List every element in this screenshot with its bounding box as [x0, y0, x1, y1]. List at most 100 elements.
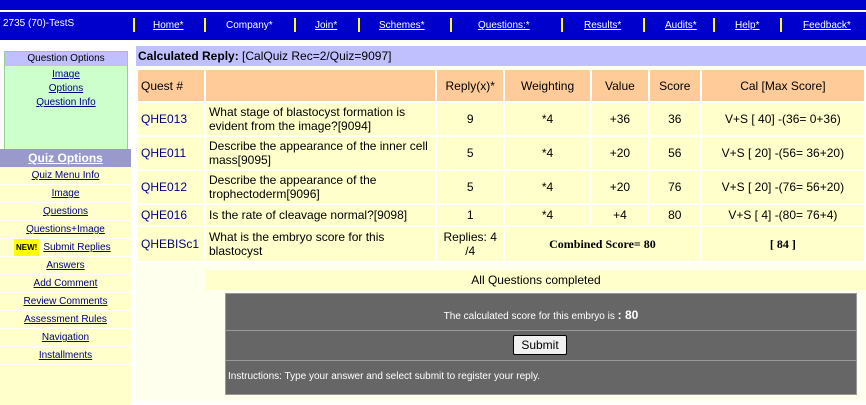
- score-cell: 76: [647, 169, 702, 205]
- results-table: Quest # Reply(x)* Weighting Value Score …: [136, 68, 866, 263]
- summary-row: QHEBISc1 What is the embryo score for th…: [136, 225, 866, 263]
- weighting-cell: *4: [503, 203, 592, 227]
- instructions-text: Instructions: Type your answer and selec…: [228, 371, 540, 382]
- quest-id-link[interactable]: QHE012: [141, 180, 187, 194]
- nav-separator: [204, 18, 206, 32]
- combined-score: Combined Score= 80: [503, 225, 702, 263]
- question-text: Describe the appearance of the inner cel…: [203, 135, 438, 171]
- page-title: Calculated Reply: [CalQuiz Rec=2/Quiz=90…: [136, 46, 866, 66]
- nav-company[interactable]: Company*: [226, 20, 273, 31]
- quiz-installments-link[interactable]: Installments: [0, 347, 131, 365]
- main-content: Calculated Reply: [CalQuiz Rec=2/Quiz=90…: [136, 46, 866, 401]
- quiz-questions-image-link[interactable]: Questions+Image: [0, 221, 131, 239]
- app-id-label: 2735 (70)-TestS: [3, 18, 75, 29]
- top-navigation-bar: 2735 (70)-TestS Home* Company* Join* Sch…: [0, 0, 866, 40]
- weighting-cell: *4: [503, 101, 592, 137]
- calculated-score-line: The calculated score for this embryo is …: [226, 308, 856, 322]
- quiz-add-comment-link[interactable]: Add Comment: [0, 275, 131, 293]
- quest-id-link[interactable]: QHE011: [141, 146, 186, 160]
- nav-feedback[interactable]: Feedback*: [803, 20, 851, 31]
- nav-separator: [713, 18, 715, 32]
- quiz-answers-link[interactable]: Answers: [0, 257, 131, 275]
- panel-divider: [226, 330, 856, 331]
- nav-questions[interactable]: Questions:*: [478, 20, 530, 31]
- value-cell: +4: [589, 203, 650, 227]
- calculated-score-value: : 80: [617, 308, 639, 322]
- nav-separator: [780, 18, 782, 32]
- score-cell: 36: [647, 101, 702, 137]
- summary-question: What is the embryo score for this blasto…: [203, 225, 438, 263]
- nav-schemes[interactable]: Schemes*: [379, 20, 425, 31]
- cal-cell: V+S [ 4] -(80= 76+4): [699, 203, 866, 227]
- header-value: Value: [589, 68, 650, 103]
- table-row: QHE016 Is the rate of cleavage normal?[9…: [136, 203, 866, 227]
- header-weighting: Weighting: [503, 68, 592, 103]
- table-row: QHE011 Describe the appearance of the in…: [136, 135, 866, 171]
- score-cell: 56: [647, 135, 702, 171]
- quest-id-link[interactable]: QHE013: [141, 112, 187, 126]
- nav-home[interactable]: Home*: [153, 20, 184, 31]
- table-header-row: Quest # Reply(x)* Weighting Value Score …: [136, 68, 866, 103]
- new-badge: NEW!: [14, 239, 40, 256]
- cal-cell: V+S [ 40] -(36= 0+36): [699, 101, 866, 137]
- nav-join[interactable]: Join*: [315, 20, 337, 31]
- header-question: [203, 68, 438, 103]
- reply-cell: 5: [435, 135, 506, 171]
- score-cell: 80: [647, 203, 702, 227]
- quiz-menu-info-link[interactable]: Quiz Menu Info: [0, 167, 131, 185]
- quiz-options-title[interactable]: Quiz Options: [0, 149, 131, 167]
- header-quest: Quest #: [136, 68, 206, 103]
- reply-cell: 1: [435, 203, 506, 227]
- question-option-image-link[interactable]: Image: [5, 69, 127, 80]
- question-options-title: Question Options: [5, 52, 127, 66]
- quiz-review-comments-link[interactable]: Review Comments: [0, 293, 131, 311]
- header-score: Score: [647, 68, 702, 103]
- nav-separator: [133, 18, 135, 32]
- reply-cell: 5: [435, 169, 506, 205]
- value-cell: +36: [589, 101, 650, 137]
- replies-count: Replies: 4 /4: [435, 225, 506, 263]
- quiz-questions-link[interactable]: Questions: [0, 203, 131, 221]
- page-title-bold: Calculated Reply:: [138, 49, 239, 63]
- calculated-score-text: The calculated score for this embryo is: [443, 311, 615, 322]
- nav-separator: [561, 18, 563, 32]
- quiz-assessment-rules-link[interactable]: Assessment Rules: [0, 311, 131, 329]
- nav-separator: [643, 18, 645, 32]
- nav-audits[interactable]: Audits*: [665, 20, 697, 31]
- quiz-navigation-link[interactable]: Navigation: [0, 329, 131, 347]
- summary-id-link[interactable]: QHEBISc1: [141, 237, 199, 251]
- nav-separator: [294, 18, 296, 32]
- quiz-submit-replies-link[interactable]: Submit Replies: [43, 242, 110, 253]
- left-sidebar: Question Options Image Options Question …: [0, 40, 131, 405]
- weighting-cell: *4: [503, 135, 592, 171]
- table-row: QHE013 What stage of blastocyst formatio…: [136, 101, 866, 137]
- value-cell: +20: [589, 169, 650, 205]
- nav-results[interactable]: Results*: [584, 20, 621, 31]
- quiz-options-menu: Quiz Options Quiz Menu Info Image Questi…: [0, 149, 131, 405]
- question-text: Describe the appearance of the trophecto…: [203, 169, 438, 205]
- all-questions-completed: All Questions completed: [206, 270, 866, 290]
- weighting-cell: *4: [503, 169, 592, 205]
- question-option-info-link[interactable]: Question Info: [5, 97, 127, 108]
- nav-help[interactable]: Help*: [735, 20, 759, 31]
- cal-cell: V+S [ 20] -(56= 36+20): [699, 135, 866, 171]
- cal-cell: V+S [ 20] -(76= 56+20): [699, 169, 866, 205]
- quiz-submit-replies-item[interactable]: NEW! Submit Replies: [0, 239, 131, 257]
- question-options-panel: Question Options Image Options Question …: [4, 51, 128, 157]
- question-text: What stage of blastocyst formation is ev…: [203, 101, 438, 137]
- panel-divider: [226, 360, 856, 361]
- quest-id-link[interactable]: QHE016: [141, 208, 187, 222]
- question-option-options-link[interactable]: Options: [5, 83, 127, 94]
- quiz-image-link[interactable]: Image: [0, 185, 131, 203]
- nav-separator: [358, 18, 360, 32]
- header-reply: Reply(x)*: [435, 68, 506, 103]
- header-cal: Cal [Max Score]: [699, 68, 866, 103]
- max-score: [ 84 ]: [699, 225, 866, 263]
- value-cell: +20: [589, 135, 650, 171]
- table-row: QHE012 Describe the appearance of the tr…: [136, 169, 866, 205]
- page-title-detail: [CalQuiz Rec=2/Quiz=9097]: [238, 49, 392, 63]
- submit-button[interactable]: Submit: [513, 335, 567, 355]
- question-text: Is the rate of cleavage normal?[9098]: [203, 203, 438, 227]
- reply-cell: 9: [435, 101, 506, 137]
- reply-panel: The calculated score for this embryo is …: [225, 293, 857, 395]
